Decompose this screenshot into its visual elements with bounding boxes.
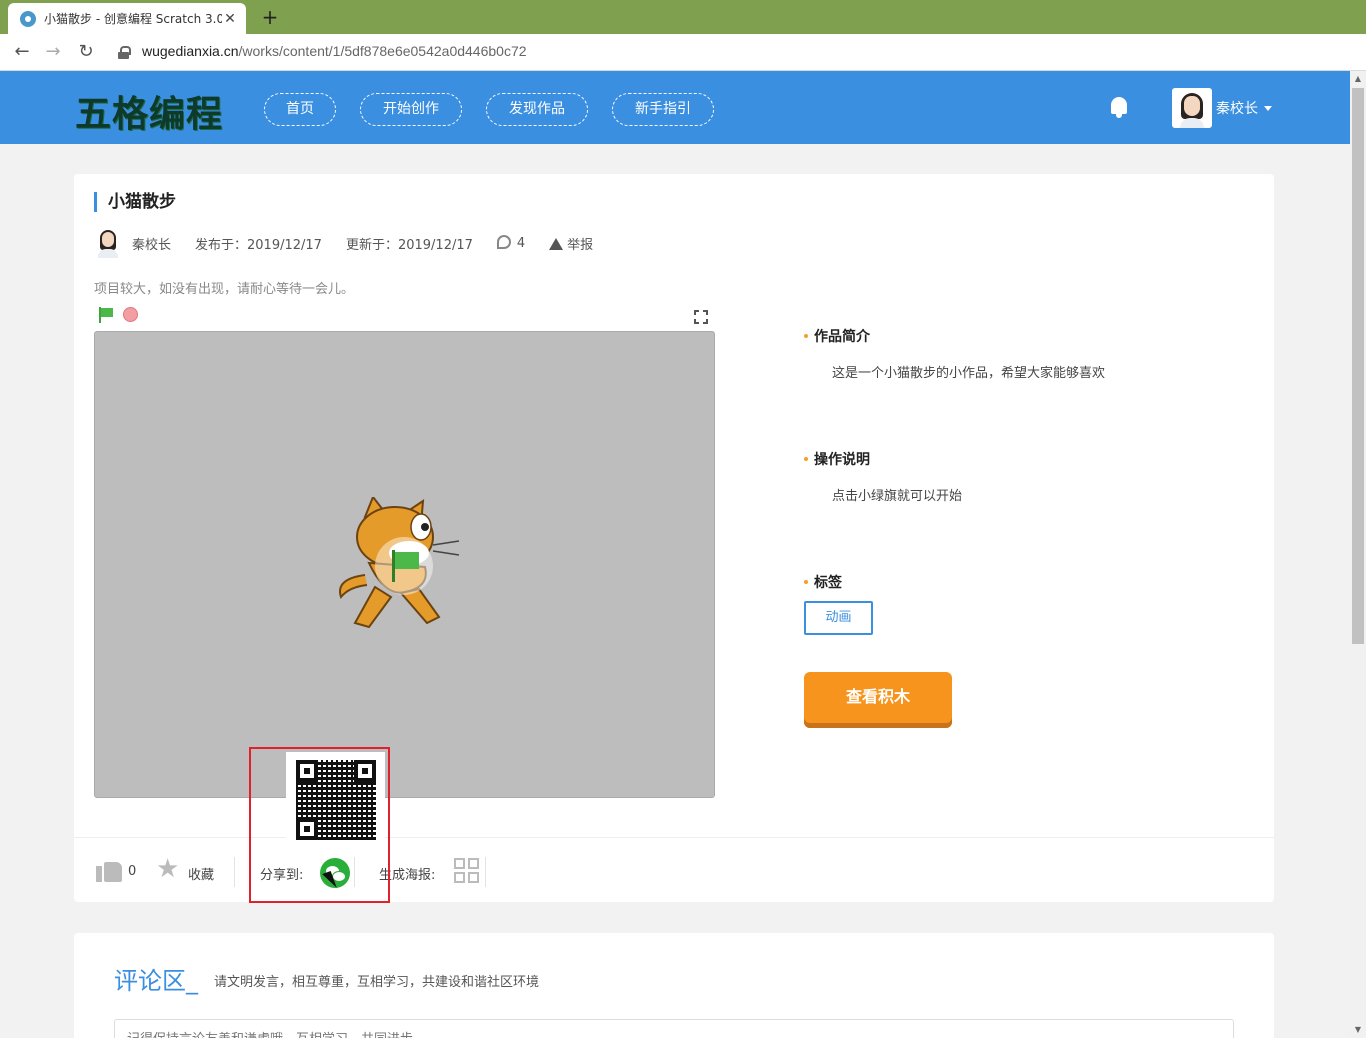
nav-create[interactable]: 开始创作 bbox=[360, 93, 462, 126]
comment-section: 评论区_ 请文明发言，相互尊重，互相学习，共建设和谐社区环境 bbox=[74, 933, 1274, 1038]
tag-animation[interactable]: 动画 bbox=[804, 601, 873, 635]
user-name: 秦校长 bbox=[1216, 101, 1258, 117]
favorite-label[interactable]: 收藏 bbox=[188, 864, 214, 883]
site-header: 五格编程 首页 开始创作 发现作品 新手指引 秦校长 bbox=[0, 71, 1350, 144]
poster-grid-icon[interactable] bbox=[454, 858, 480, 884]
remix-icon bbox=[496, 235, 511, 249]
howto-section: 操作说明 点击小绿旗就可以开始 bbox=[804, 449, 962, 504]
howto-heading: 操作说明 bbox=[814, 452, 870, 468]
green-flag-overlay-icon[interactable] bbox=[375, 537, 433, 595]
tab-title: 小猫散步 - 创意编程 Scratch 3.0 bbox=[44, 12, 222, 26]
tags-heading: 标签 bbox=[814, 575, 842, 591]
divider bbox=[485, 857, 486, 887]
comment-input[interactable] bbox=[114, 1019, 1234, 1038]
bell-icon[interactable] bbox=[1108, 95, 1130, 119]
page-scrollbar[interactable]: ▲ ▼ bbox=[1350, 71, 1366, 1038]
divider bbox=[234, 857, 235, 887]
scroll-thumb[interactable] bbox=[1352, 88, 1364, 644]
avatar bbox=[1172, 88, 1212, 128]
star-icon[interactable]: ★ bbox=[156, 855, 179, 883]
author-name[interactable]: 秦校长 bbox=[132, 234, 171, 253]
highlight-box bbox=[249, 747, 390, 903]
nav-home[interactable]: 首页 bbox=[264, 93, 336, 126]
nav-guide[interactable]: 新手指引 bbox=[612, 93, 714, 126]
thumbs-up-icon[interactable] bbox=[96, 856, 122, 882]
report-button[interactable]: 举报 bbox=[549, 234, 593, 253]
project-title: 小猫散步 bbox=[94, 192, 176, 212]
address-bar: ← → ↻ wugedianxia.cn/works/content/1/5df… bbox=[0, 34, 1366, 71]
intro-heading: 作品简介 bbox=[814, 329, 870, 345]
close-tab-icon[interactable]: ✕ bbox=[222, 11, 238, 27]
new-tab-icon[interactable]: + bbox=[259, 6, 281, 28]
comment-subtitle: 请文明发言，相互尊重，互相学习，共建设和谐社区环境 bbox=[214, 975, 540, 990]
stop-icon[interactable] bbox=[123, 307, 138, 322]
updated-date: 更新于：2019/12/17 bbox=[345, 237, 473, 253]
fullscreen-icon[interactable] bbox=[694, 310, 708, 324]
user-menu[interactable]: 秦校长 bbox=[1172, 88, 1284, 128]
intro-text: 这是一个小猫散步的小作品，希望大家能够喜欢 bbox=[832, 366, 1106, 381]
browser-tab-bar: 小猫散步 - 创意编程 Scratch 3.0 ✕ + bbox=[0, 0, 1366, 34]
caret-down-icon bbox=[1264, 105, 1272, 111]
browser-tab[interactable]: 小猫散步 - 创意编程 Scratch 3.0 ✕ bbox=[8, 3, 246, 34]
reload-icon[interactable]: ↻ bbox=[74, 40, 98, 64]
back-arrow-icon[interactable]: ← bbox=[10, 40, 34, 64]
howto-text: 点击小绿旗就可以开始 bbox=[832, 489, 963, 504]
intro-section: 作品简介 这是一个小猫散步的小作品，希望大家能够喜欢 bbox=[804, 326, 1105, 381]
tags-section: 标签 bbox=[804, 572, 842, 592]
warning-icon bbox=[549, 237, 564, 250]
url-field[interactable]: wugedianxia.cn/works/content/1/5df878e6e… bbox=[142, 43, 527, 59]
project-meta: 秦校长 发布于：2019/12/17 更新于：2019/12/17 4 举报 bbox=[94, 228, 617, 258]
comment-title: 评论区_ bbox=[114, 967, 198, 995]
nav-discover[interactable]: 发现作品 bbox=[486, 93, 588, 126]
author-avatar[interactable] bbox=[94, 228, 122, 258]
scroll-down-icon[interactable]: ▼ bbox=[1350, 1022, 1366, 1038]
remix-count: 4 bbox=[496, 235, 525, 251]
site-logo[interactable]: 五格编程 bbox=[75, 85, 223, 137]
forward-arrow-icon[interactable]: → bbox=[41, 40, 65, 64]
lock-icon[interactable] bbox=[118, 46, 131, 59]
scroll-up-icon[interactable]: ▲ bbox=[1350, 71, 1366, 87]
published-date: 发布于：2019/12/17 bbox=[195, 237, 322, 253]
loading-note: 项目较大，如没有出现，请耐心等待一会儿。 bbox=[94, 282, 355, 297]
scratch-favicon-icon bbox=[20, 10, 36, 27]
scratch-stage[interactable] bbox=[94, 331, 715, 798]
view-blocks-button[interactable]: 查看积木 bbox=[804, 672, 952, 728]
like-count: 0 bbox=[128, 864, 137, 879]
green-flag-icon[interactable] bbox=[98, 307, 114, 323]
